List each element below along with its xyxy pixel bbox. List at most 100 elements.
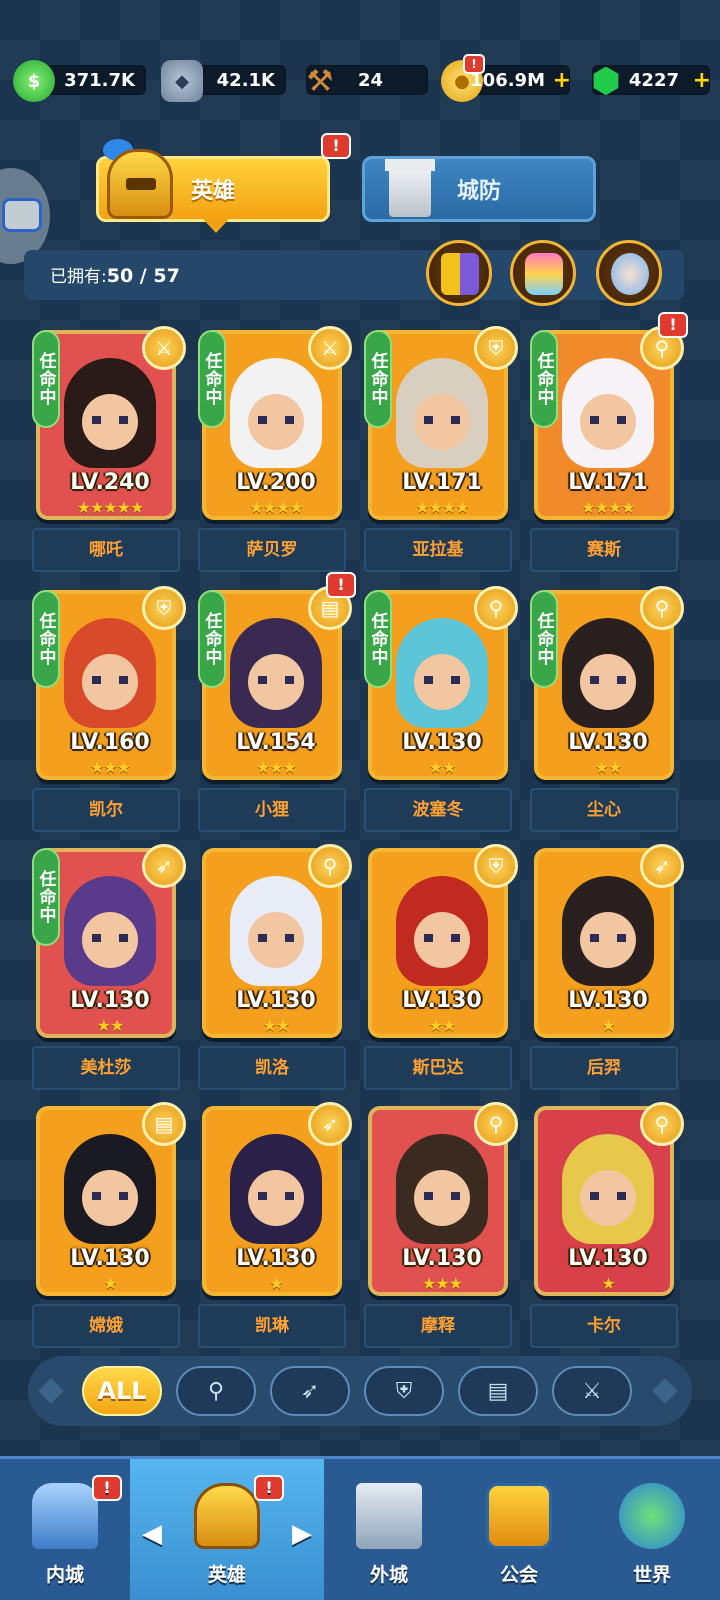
role-warrior-icon: ⚔ bbox=[142, 326, 186, 370]
assigned-label: 任命中 bbox=[35, 870, 56, 924]
nav-guild[interactable]: 公会 bbox=[454, 1459, 584, 1600]
hero-portrait bbox=[230, 876, 322, 986]
role-mage-icon: ⚲ bbox=[308, 844, 352, 888]
gem-cash-icon: $ bbox=[13, 60, 55, 102]
hero-portrait bbox=[396, 618, 488, 728]
resource-gold[interactable]: ● ! 106.9M + bbox=[441, 54, 571, 102]
role-mage-icon: ⚲ bbox=[474, 1102, 518, 1146]
resource-bar: $ 371.7K ◆ 42.1K ⚒ 24 ● ! 106.9M + ⬢ 422… bbox=[8, 54, 712, 102]
hero-name: 萨贝罗 bbox=[198, 528, 346, 572]
hero-eyes bbox=[92, 1192, 128, 1200]
hero-portrait bbox=[64, 358, 156, 468]
assigned-label: 任命中 bbox=[533, 612, 554, 666]
filter-warrior-button[interactable]: ⚔ bbox=[552, 1366, 632, 1416]
hero-portrait bbox=[396, 876, 488, 986]
filter-left-ornament bbox=[38, 1378, 64, 1404]
tower-icon bbox=[385, 159, 435, 217]
tab-pointer bbox=[203, 219, 229, 233]
resource-emerald[interactable]: ⬢ 4227 + bbox=[591, 61, 711, 101]
filter-defense-button[interactable]: ⛨ bbox=[364, 1366, 444, 1416]
hero-portrait bbox=[64, 1134, 156, 1244]
globe-icon bbox=[619, 1483, 685, 1549]
hero-level: LV.200 bbox=[236, 470, 316, 495]
hero-level: LV.130 bbox=[402, 988, 482, 1013]
nav-label: 公会 bbox=[499, 1564, 538, 1586]
hero-eyes bbox=[590, 676, 626, 684]
hero-name: 哪吒 bbox=[32, 528, 180, 572]
nav-label: 世界 bbox=[632, 1564, 671, 1586]
hammer-icon: ⚒ bbox=[306, 63, 334, 99]
filter-right-ornament bbox=[652, 1378, 678, 1404]
hero-portrait bbox=[562, 1134, 654, 1244]
hero-level: LV.130 bbox=[402, 730, 482, 755]
add-emerald-plus-icon[interactable]: + bbox=[693, 70, 711, 92]
assigned-ribbon: 任命中 bbox=[198, 590, 226, 688]
nav-label: 外城 bbox=[369, 1564, 408, 1586]
add-gold-plus-icon[interactable]: + bbox=[553, 70, 571, 92]
resource-value: 106.9M bbox=[470, 70, 545, 91]
hero-cards-button[interactable] bbox=[426, 240, 492, 306]
hero-name: 凯尔 bbox=[32, 788, 180, 832]
hero-level: LV.240 bbox=[70, 470, 150, 495]
hero-group-button[interactable] bbox=[596, 240, 662, 306]
role-warrior-icon: ⚔ bbox=[308, 326, 352, 370]
hero-level: LV.171 bbox=[402, 470, 482, 495]
filter-all-button[interactable]: ALL bbox=[82, 1366, 162, 1416]
role-defense-icon: ⛨ bbox=[142, 586, 186, 630]
resource-value: 42.1K bbox=[216, 70, 275, 91]
gamepad-icon bbox=[2, 198, 42, 232]
nav-world[interactable]: 世界 bbox=[584, 1459, 720, 1600]
hero-eyes bbox=[590, 1192, 626, 1200]
tab-hero-alert-badge: ! bbox=[321, 133, 351, 159]
nav-label: 英雄 bbox=[207, 1564, 246, 1586]
hero-name: 凯琳 bbox=[198, 1304, 346, 1348]
previous-arrow-icon[interactable]: ◀ bbox=[142, 1519, 162, 1549]
hero-stars: ★★★★ bbox=[249, 498, 303, 517]
nav-hero-alert-badge: ! bbox=[254, 1475, 284, 1501]
nav-inner-city[interactable]: ! 内城 bbox=[0, 1459, 130, 1600]
hero-eyes bbox=[590, 416, 626, 424]
tab-hero[interactable]: 英雄 ! bbox=[96, 133, 351, 233]
resource-gem-cash[interactable]: $ 371.7K bbox=[13, 60, 146, 102]
hero-helmet-icon bbox=[107, 149, 173, 219]
nav-outer-city[interactable]: 外城 bbox=[324, 1459, 454, 1600]
shirt-icon bbox=[525, 253, 563, 295]
filter-mage-button[interactable]: ⚲ bbox=[176, 1366, 256, 1416]
hero-portrait bbox=[230, 618, 322, 728]
hero-stars: ★★ bbox=[594, 758, 623, 777]
book-icon: ▤ bbox=[487, 1378, 509, 1404]
next-arrow-icon[interactable]: ▶ bbox=[292, 1519, 312, 1549]
staff-icon: ⚲ bbox=[207, 1378, 225, 1404]
resource-hammer[interactable]: ⚒ 24 bbox=[306, 64, 428, 99]
nav-hero[interactable]: ◀ ! ▶ 英雄 bbox=[130, 1459, 324, 1600]
assigned-label: 任命中 bbox=[201, 352, 222, 406]
cards-icon bbox=[441, 253, 479, 295]
skins-button[interactable] bbox=[510, 240, 576, 306]
resource-stone[interactable]: ◆ 42.1K bbox=[161, 60, 286, 102]
hero-name: 卡尔 bbox=[530, 1304, 678, 1348]
owned-label: 已拥有:50 / 57 bbox=[50, 262, 180, 287]
hero-eyes bbox=[424, 1192, 460, 1200]
tab-defense[interactable]: 城防 bbox=[362, 156, 596, 222]
emerald-icon: ⬢ bbox=[591, 61, 621, 101]
hero-stars: ★ bbox=[103, 1274, 117, 1293]
nav-label: 内城 bbox=[45, 1564, 84, 1586]
owned-count-strip: 已拥有:50 / 57 bbox=[24, 240, 684, 306]
handshake-icon bbox=[486, 1483, 552, 1549]
hero-helmet-icon bbox=[194, 1483, 260, 1549]
hero-level: LV.130 bbox=[70, 988, 150, 1013]
assigned-label: 任命中 bbox=[533, 352, 554, 406]
assigned-ribbon: 任命中 bbox=[198, 330, 226, 428]
filter-book-button[interactable]: ▤ bbox=[458, 1366, 538, 1416]
hero-stars: ★★ bbox=[428, 1016, 457, 1035]
hero-eyes bbox=[590, 934, 626, 942]
filter-archer-button[interactable]: ➶ bbox=[270, 1366, 350, 1416]
hero-name: 嫦娥 bbox=[32, 1304, 180, 1348]
hero-level: LV.130 bbox=[402, 1246, 482, 1271]
hero-eyes bbox=[258, 1192, 294, 1200]
resource-value: 24 bbox=[357, 70, 383, 91]
shield-icon: ⛨ bbox=[395, 1378, 413, 1404]
hero-eyes bbox=[92, 934, 128, 942]
hero-portrait bbox=[396, 358, 488, 468]
role-mage-icon: ⚲ bbox=[640, 1102, 684, 1146]
